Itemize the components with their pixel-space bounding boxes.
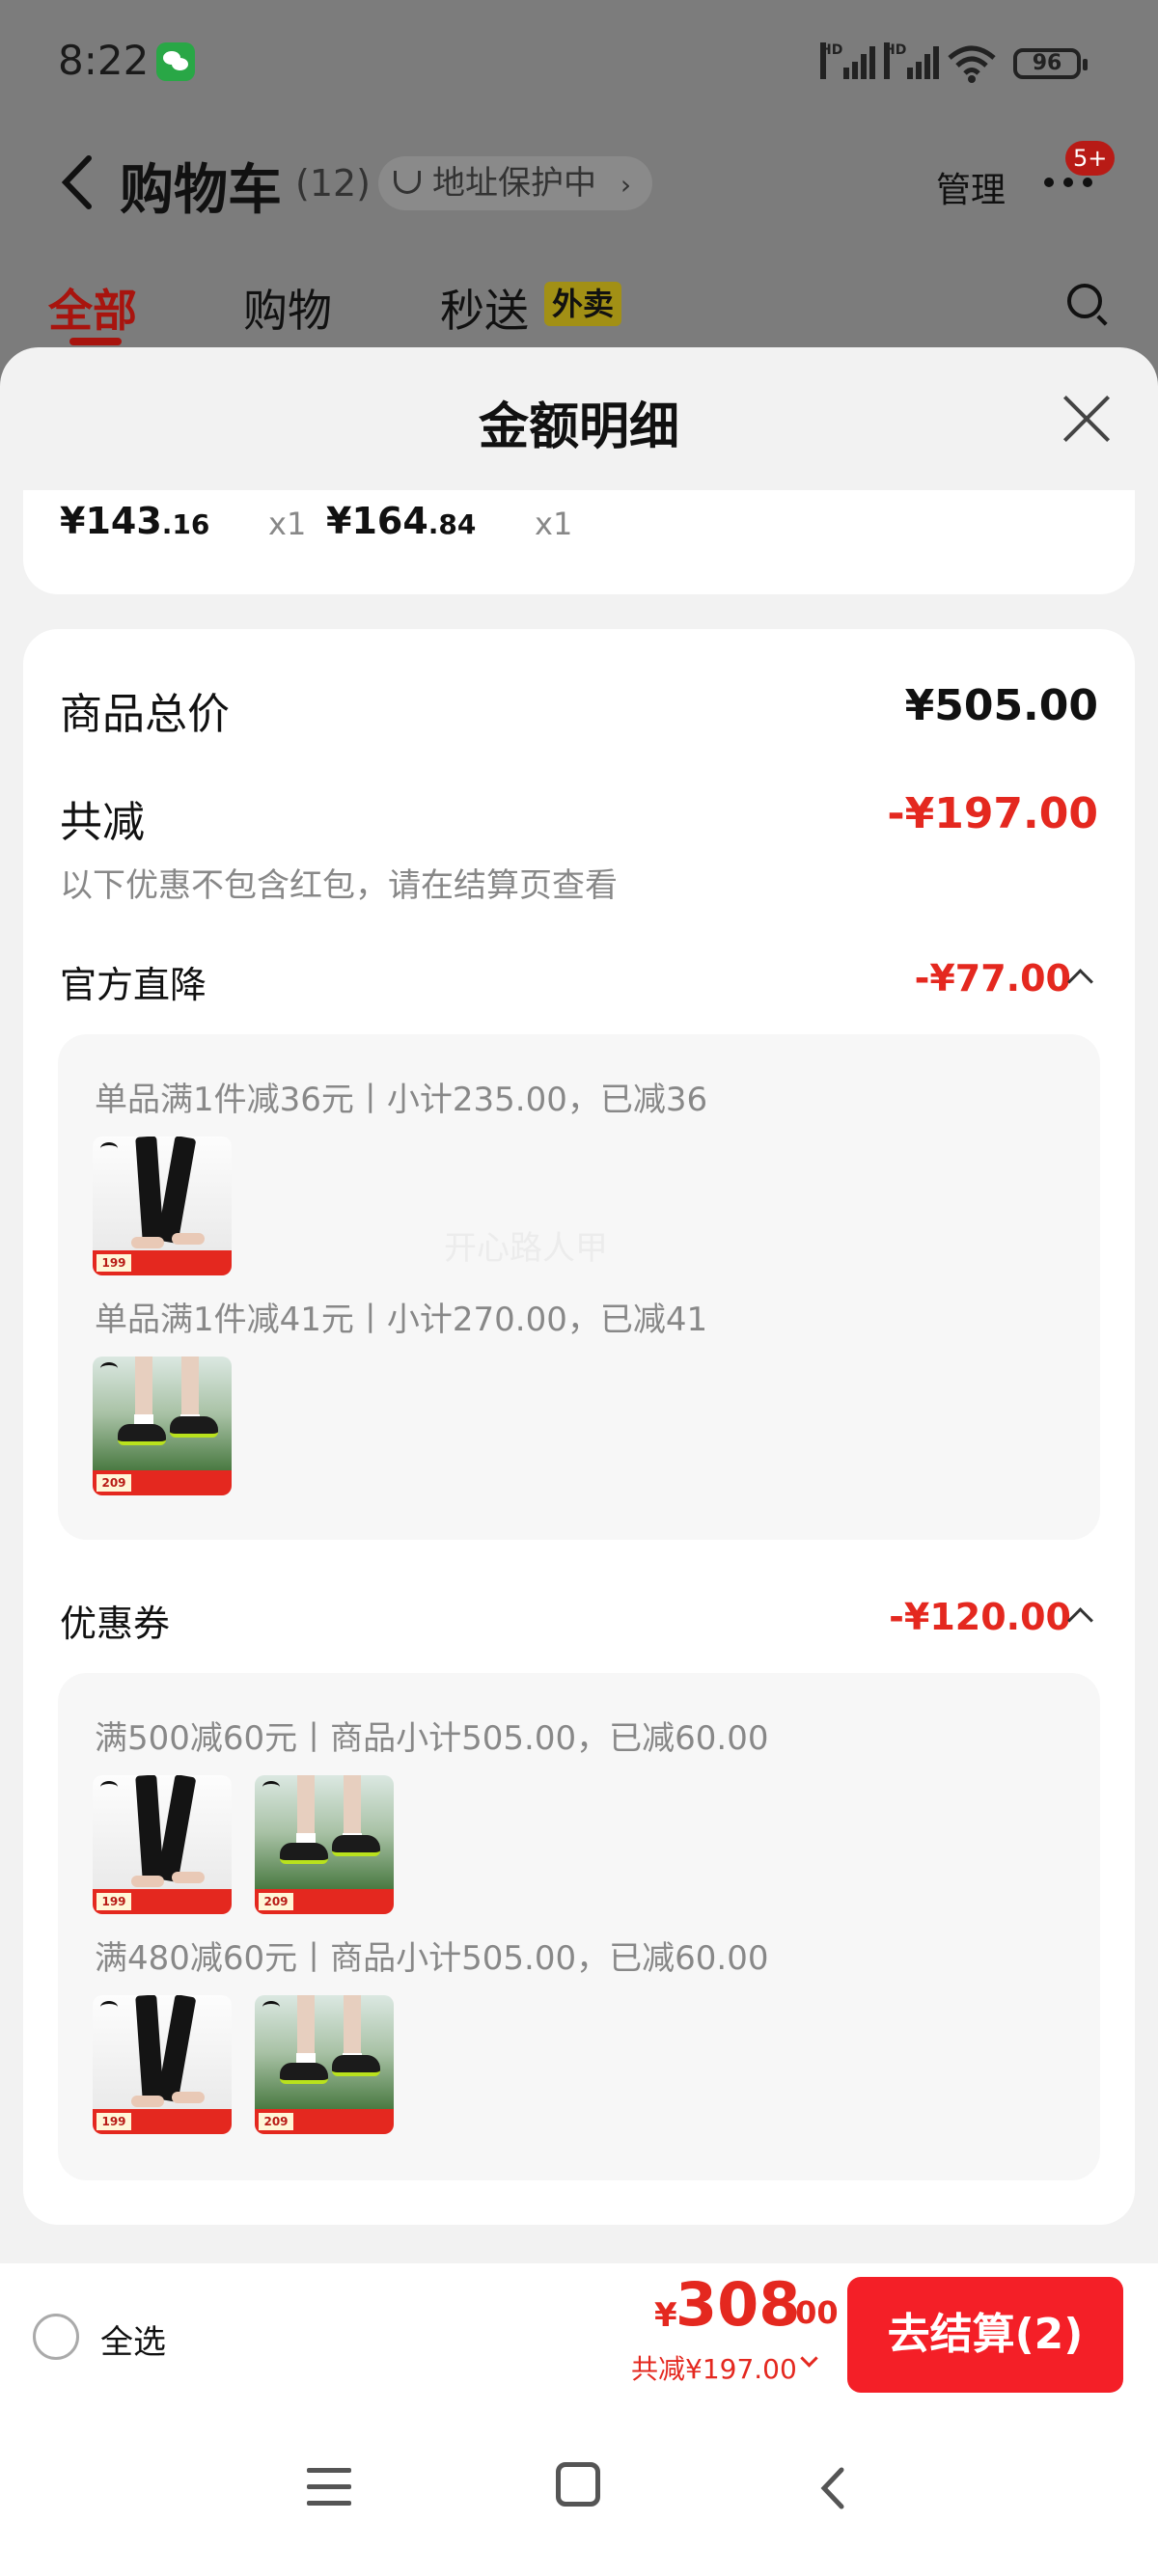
total-label: 商品总价 <box>60 690 230 739</box>
total-amount-decimal: .00 <box>784 2294 839 2331</box>
shield-icon <box>394 171 421 194</box>
thumb-price: 199 <box>96 1254 131 1272</box>
product-thumbnail[interactable]: 209 <box>255 1775 394 1914</box>
item-price: ¥164.84 <box>326 500 477 542</box>
total-currency: ¥ <box>654 2296 677 2335</box>
wifi-icon <box>948 45 996 83</box>
manage-button[interactable]: 管理 <box>936 162 1006 212</box>
coupon-label: 优惠券 <box>60 1603 171 1645</box>
product-thumbnail[interactable]: 199 <box>93 1137 232 1275</box>
product-thumbnail[interactable]: 209 <box>255 1995 394 2134</box>
nav-back-icon[interactable] <box>818 2466 847 2510</box>
coupon-line: 满480减60元丨商品小计505.00，已减60.00 <box>95 1939 769 1978</box>
battery-indicator: 96 <box>1013 48 1088 79</box>
page-title: 购物车 <box>120 159 282 222</box>
thumb-price: 209 <box>259 1893 293 1910</box>
wechat-icon <box>156 42 195 81</box>
product-thumbnail[interactable]: 199 <box>93 1775 232 1914</box>
coupon-line: 满500减60元丨商品小计505.00，已减60.00 <box>95 1719 769 1758</box>
thumb-price: 209 <box>96 1474 131 1492</box>
tab-active-indicator <box>69 338 122 345</box>
select-all-label[interactable]: 全选 <box>100 2316 166 2363</box>
address-protection-label: 地址保护中 <box>432 164 596 203</box>
discount-line: 单品满1件减36元丨小计235.00，已减36 <box>95 1081 708 1119</box>
menu-icon[interactable] <box>307 2468 351 2507</box>
search-icon[interactable] <box>1067 284 1102 318</box>
address-protection-pill[interactable]: 地址保护中 › <box>378 156 653 210</box>
signal-icon-2: HD <box>884 42 940 79</box>
item-price: ¥143.16 <box>60 500 210 542</box>
reduce-value: -¥197.00 <box>887 789 1098 838</box>
official-discount-value[interactable]: -¥77.00 <box>915 957 1071 1000</box>
select-all-radio[interactable] <box>33 2314 79 2360</box>
reduce-label: 共减 <box>60 798 145 847</box>
tab-shopping[interactable]: 购物 <box>243 276 332 340</box>
product-thumbnail[interactable]: 199 <box>93 1995 232 2134</box>
official-discount-label: 官方直降 <box>60 964 207 1006</box>
sheet-title: 金额明细 <box>478 398 679 456</box>
cart-count: (12) <box>295 162 372 205</box>
thumb-price: 199 <box>96 1893 131 1910</box>
more-icon[interactable] <box>1044 178 1102 189</box>
close-icon[interactable] <box>1060 392 1114 446</box>
back-icon[interactable] <box>58 154 96 210</box>
total-discount[interactable]: 共减¥197.00 <box>631 2348 797 2387</box>
thumb-price: 199 <box>96 2113 131 2130</box>
waimai-tag: 外卖 <box>544 282 622 326</box>
item-qty: x1 <box>535 506 573 542</box>
watermark: 开心路人甲 <box>444 1229 608 1268</box>
product-thumbnail[interactable]: 209 <box>93 1357 232 1495</box>
item-qty: x1 <box>268 506 307 542</box>
total-value: ¥505.00 <box>904 681 1098 730</box>
reduce-note: 以下优惠不包含红包，请在结算页查看 <box>60 866 618 905</box>
checkout-button[interactable]: 去结算(2) <box>847 2277 1123 2393</box>
discount-line: 单品满1件减41元丨小计270.00，已减41 <box>95 1301 708 1339</box>
status-time: 8:22 <box>58 37 150 84</box>
tab-all[interactable]: 全部 <box>48 276 137 340</box>
signal-icon: HD <box>820 42 876 79</box>
coupon-value[interactable]: -¥120.00 <box>889 1596 1071 1638</box>
chevron-right-icon: › <box>620 169 632 201</box>
total-amount: 308 <box>676 2269 801 2340</box>
home-icon[interactable] <box>556 2462 600 2507</box>
message-badge: 5+ <box>1065 141 1116 176</box>
tab-instant-delivery[interactable]: 秒送 <box>440 276 529 340</box>
thumb-price: 209 <box>259 2113 293 2130</box>
